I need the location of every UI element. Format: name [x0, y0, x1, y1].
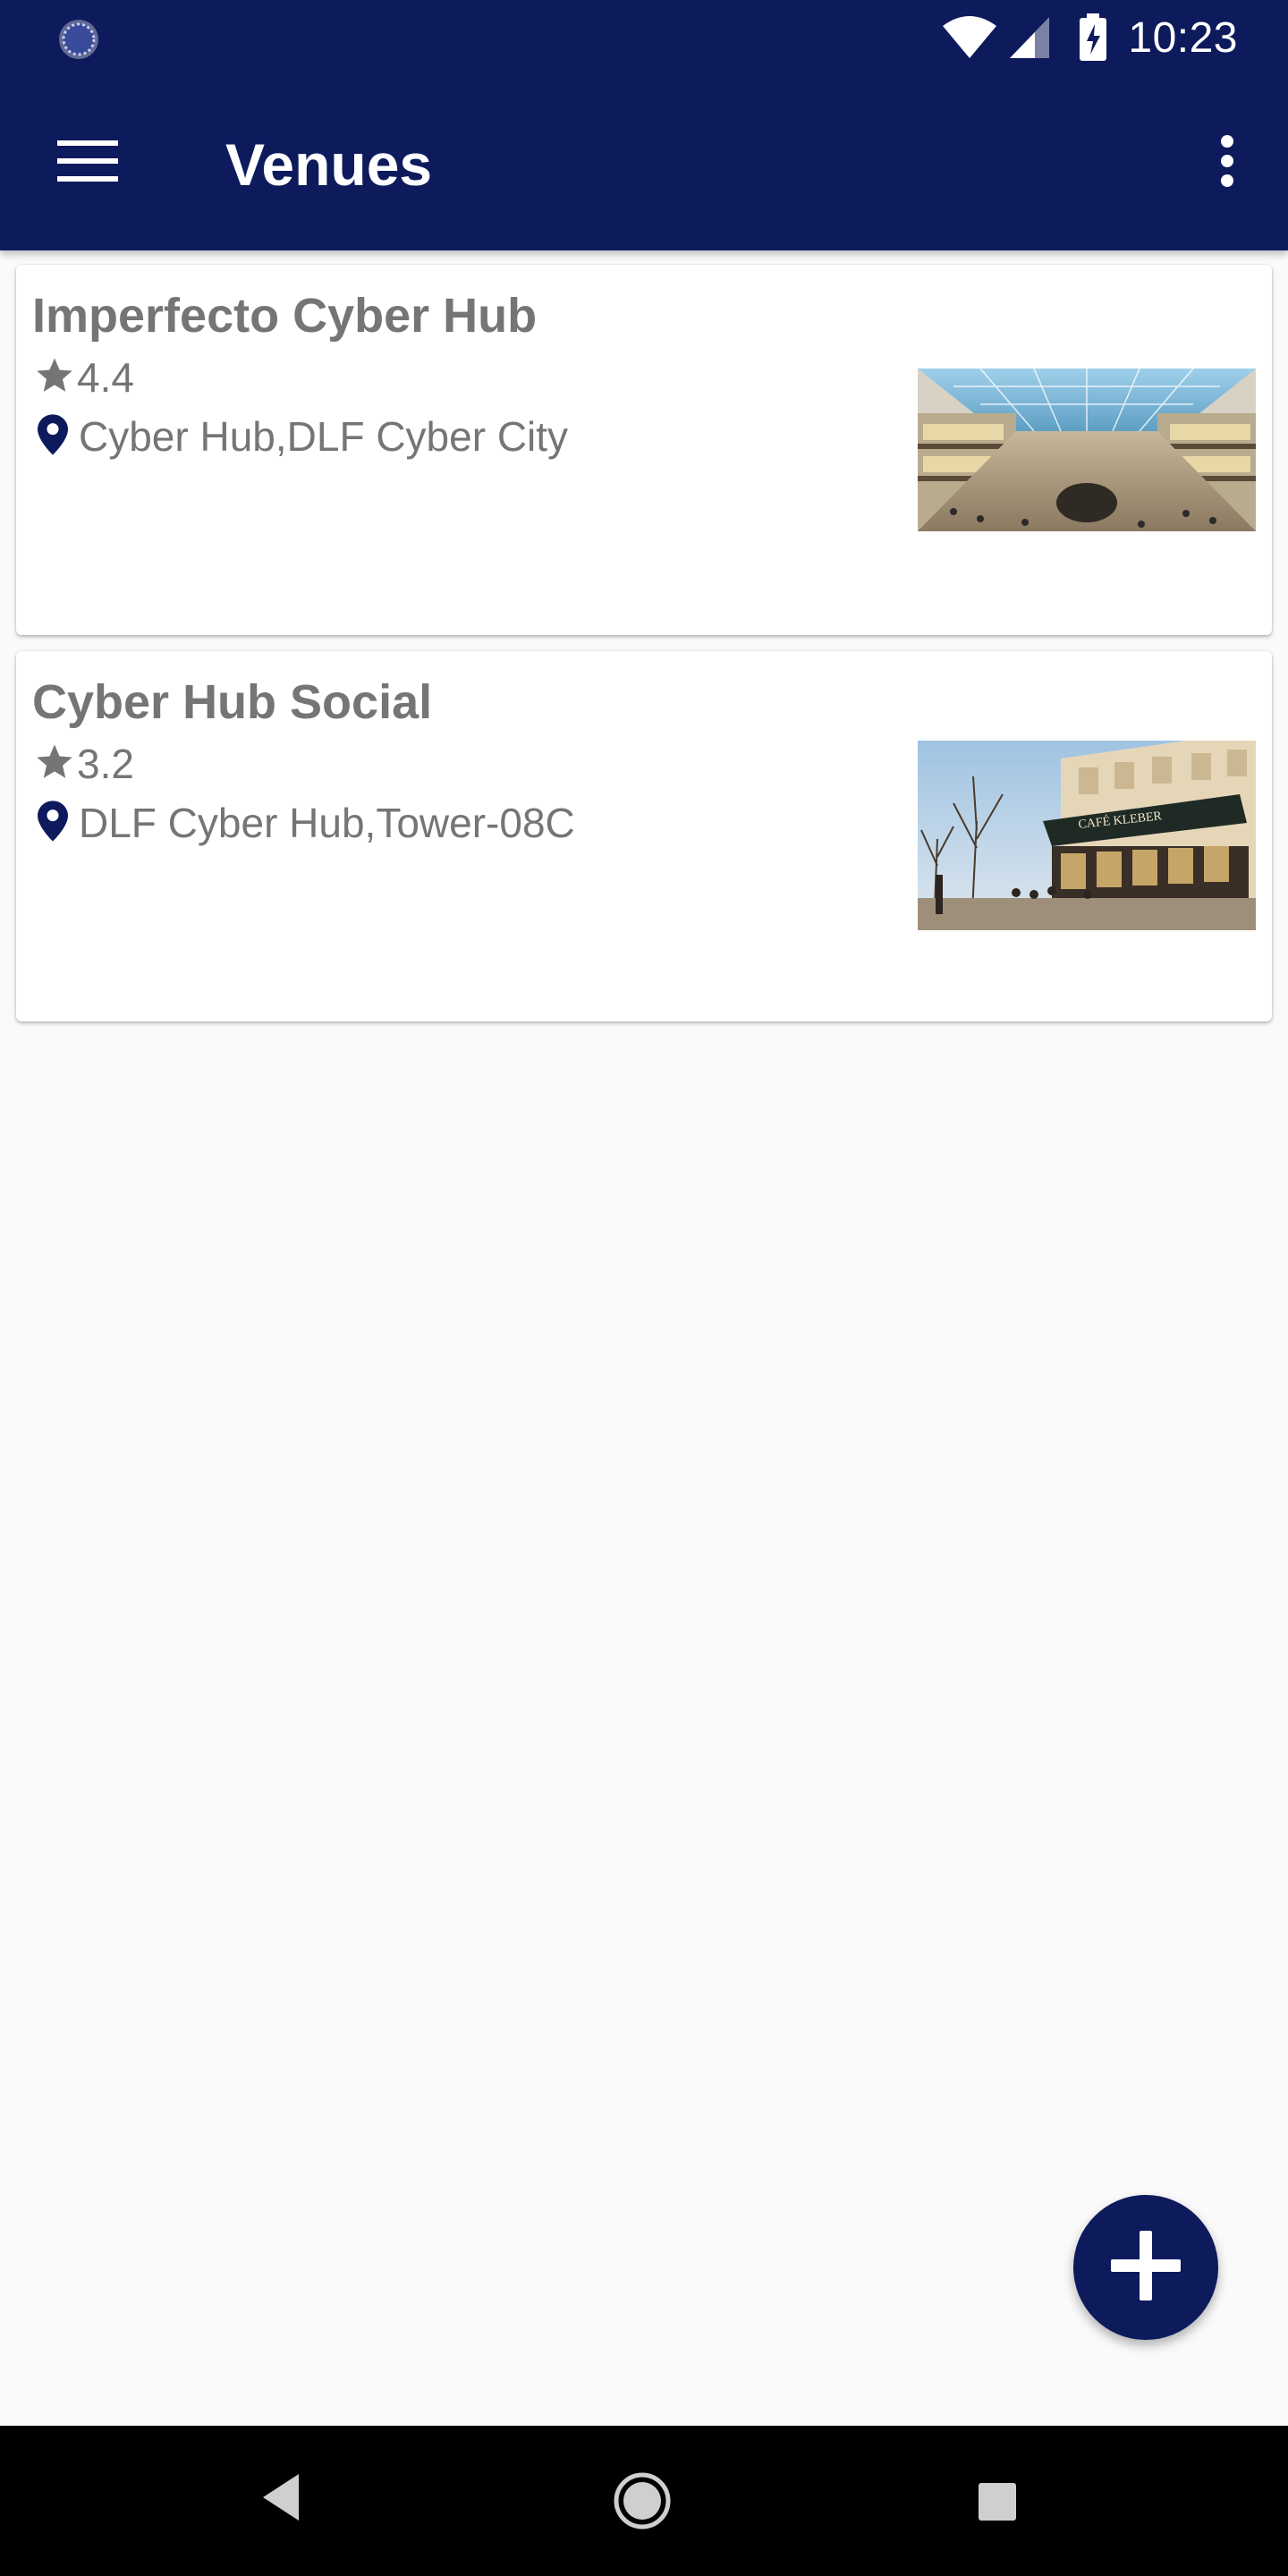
venue-name: Imperfecto Cyber Hub	[32, 289, 538, 343]
status-icons: 10:23	[942, 0, 1238, 75]
shopping-mall-interior-photo	[918, 369, 1256, 531]
sync-icon	[57, 18, 100, 61]
home-icon[interactable]	[612, 2470, 673, 2536]
venue-name: Cyber Hub Social	[32, 675, 433, 729]
venue-rating-row: 3.2	[34, 739, 134, 789]
add-venue-button[interactable]	[1073, 2195, 1218, 2340]
venue-location-row: DLF Cyber Hub,Tower-08C	[38, 796, 575, 850]
status-bar: 10:23	[0, 0, 1288, 75]
venue-location: DLF Cyber Hub,Tower-08C	[79, 800, 575, 846]
more-vertical-icon	[1218, 134, 1236, 192]
venue-list: Imperfecto Cyber Hub 4.4 Cyber Hub,DLF C…	[16, 265, 1272, 1038]
venue-card[interactable]: Imperfecto Cyber Hub 4.4 Cyber Hub,DLF C…	[16, 265, 1272, 635]
overflow-menu-button[interactable]	[1188, 116, 1267, 209]
venue-rating: 3.2	[77, 741, 134, 787]
status-time: 10:23	[1128, 13, 1238, 62]
plus-icon	[1109, 2229, 1182, 2307]
star-icon	[34, 741, 75, 787]
signal-icon	[1008, 15, 1051, 60]
battery-charging-icon	[1078, 13, 1108, 62]
street-cafe-photo: CAFÉ KLEBER	[918, 741, 1256, 930]
star-icon	[34, 355, 75, 401]
venue-location: Cyber Hub,DLF Cyber City	[79, 413, 569, 460]
venue-rating-row: 4.4	[34, 352, 134, 402]
hamburger-menu-icon	[57, 139, 118, 188]
venue-image	[918, 369, 1256, 531]
back-icon[interactable]	[259, 2472, 301, 2527]
location-pin-icon	[38, 413, 68, 460]
venue-rating: 4.4	[77, 354, 134, 401]
menu-button[interactable]	[36, 116, 140, 209]
location-pin-icon	[38, 800, 68, 846]
system-nav-bar	[0, 2426, 1288, 2576]
page-title: Venues	[225, 131, 433, 198]
app-bar: Venues	[0, 75, 1288, 250]
venue-image: CAFÉ KLEBER	[918, 741, 1256, 930]
venue-location-row: Cyber Hub,DLF Cyber City	[38, 410, 568, 463]
recents-icon[interactable]	[977, 2481, 1018, 2527]
wifi-icon	[942, 15, 997, 60]
venue-card[interactable]: Cyber Hub Social 3.2 DLF Cyber Hub,Tower…	[16, 651, 1272, 1021]
